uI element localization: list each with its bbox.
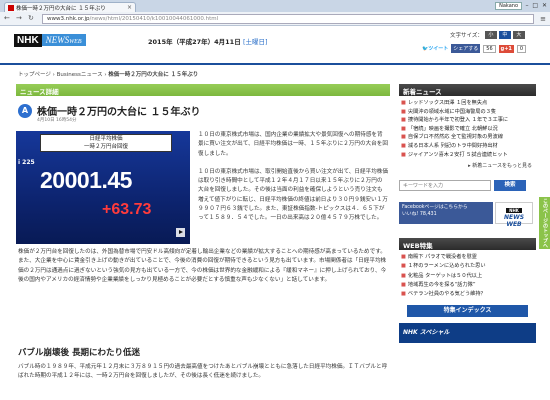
nhk-favicon-icon	[8, 5, 14, 11]
latest-news-item[interactable]: ■ 尖閣沖の領域水域に中国海警局の３隻	[401, 108, 534, 117]
menu-icon[interactable]: ≡	[540, 15, 546, 23]
article-main: ニュース詳細 A 株価一時２万円の大台に １５年ぶり 4月10日 16時54分 …	[16, 84, 390, 400]
latest-news-item[interactable]: ■ 「宿続」映画を撮影で確立 北朝鮮以況	[401, 125, 534, 134]
current-date: 2015年（平成27年）4月11日 [土曜日]	[148, 38, 268, 46]
bullet-icon: ■	[401, 108, 406, 115]
article-paragraph: バブル時の１９８９年、平成元年１２月末に３万８９１５円の過去最高値をつけたあとバ…	[18, 364, 388, 380]
play-icon[interactable]	[176, 228, 185, 237]
more-news-link[interactable]: ▸ 新着ニュースをもっと見る	[399, 159, 536, 172]
bullet-icon: ■	[401, 151, 406, 158]
promo-banners: Facebookページはこちらから いいね! 78,431 NHK NEWS W…	[399, 202, 536, 228]
bullet-icon: ■	[401, 125, 406, 132]
news-video-thumbnail[interactable]: 日経平均株価 一時２万円台回復 i 225 20001.45 +63.73	[16, 131, 190, 244]
bullet-icon: ■	[401, 291, 406, 298]
headline-row: A 株価一時２万円の大台に １５年ぶり 4月10日 16時54分	[16, 102, 390, 126]
article-headline: 株価一時２万円の大台に １５年ぶり	[37, 107, 201, 118]
url-path: /news/html/20150410/k10010044061000.html	[89, 16, 219, 22]
accessibility-icon[interactable]: A	[18, 104, 32, 118]
profile-button[interactable]: Nakano	[495, 2, 522, 10]
bullet-icon: ■	[401, 272, 406, 279]
article-body-middle: 株価が２万円台を回復したのは、外国為替市場で円安ドル高傾向が定着し輸出企業などの…	[18, 248, 388, 294]
latest-news-title: 新着ニュース	[399, 84, 536, 96]
font-medium-button[interactable]: 中	[498, 31, 511, 39]
header-divider	[0, 63, 550, 65]
web-feature-item[interactable]: ■ 地域再生の今を探る“話力隊”	[401, 281, 534, 290]
url-field[interactable]: www3.nhk.or.jp/news/html/20150410/k10010…	[42, 14, 534, 24]
page-top-button[interactable]: このページのトップへ	[539, 197, 550, 249]
browser-tab[interactable]: 株価一時２万円の大台に １５年ぶり ×	[4, 2, 136, 12]
share-buttons: 🐦ツイート シェアする 56 g+1 0	[422, 44, 527, 53]
bullet-icon: ■	[401, 282, 406, 289]
url-host: www3.nhk.or.jp	[47, 16, 90, 22]
bullet-icon: ■	[401, 134, 406, 141]
latest-news-item[interactable]: ■ レッドソックス田澤 １回を無失点	[401, 99, 534, 108]
web-feature-title: WEB特集	[399, 238, 536, 251]
latest-news-item[interactable]: ■ ジャイアンツ喜木２安打 ５試合連続ヒット	[401, 151, 534, 160]
article-paragraph: １０日の東京株式市場は、国内企業の業績拡大や景気回復への期待感を背景に買い注文が…	[198, 132, 388, 157]
google-plus-count: 0	[516, 44, 527, 53]
article-subheading: バブル崩壊後 長期にわたり低迷	[18, 348, 140, 358]
breadcrumb-separator: ›	[104, 72, 107, 78]
back-icon[interactable]: ←	[4, 14, 10, 22]
logo-nhk: NHK	[14, 33, 42, 47]
logo-news: NEWSWEB	[41, 34, 86, 46]
posted-time: 4月10日 16時54分	[37, 118, 77, 123]
browser-tab-bar: 株価一時２万円の大台に １５年ぶり × Nakano – □ ✕	[0, 0, 550, 12]
google-plus-button[interactable]: g+1	[498, 44, 514, 53]
latest-news-item[interactable]: ■ 捜待開始から半年で初登入 １年で３工事に	[401, 116, 534, 125]
font-small-button[interactable]: 小	[484, 31, 497, 39]
article-paragraph: 株価が２万円台を回復したのは、外国為替市場で円安ドル高傾向が定着し輸出企業などの…	[18, 249, 387, 283]
web-feature-list: ■ 南殿下 パラオで戦没者を慰霊 ■ １杯のラーメンに込められた思い ■ 化粧品 ター…	[399, 250, 536, 299]
bullet-icon: ■	[401, 100, 406, 106]
section-label: ニュース詳細	[16, 84, 390, 96]
sidebar: 新着ニュース ■ レッドソックス田澤 １回を無失点 ■ 尖閣沖の領域水域に中国海警局…	[399, 84, 536, 400]
latest-news-item[interactable]: ■ 減る日本人系 列記のトラ中間好持出材	[401, 142, 534, 151]
tweet-button[interactable]: 🐦ツイート	[422, 45, 448, 52]
breadcrumb-current: 株価一時２万円の大台に １５年ぶり	[108, 72, 199, 78]
index-change: +63.73	[102, 201, 152, 218]
search-button[interactable]: 検索	[494, 180, 526, 192]
breadcrumb-top-link[interactable]: トップページ	[18, 72, 51, 78]
close-tab-icon[interactable]: ×	[127, 4, 132, 11]
latest-news-item[interactable]: ■ 自保ブロ不然然応 全て監視対象の男波線	[401, 133, 534, 142]
bullet-icon: ■	[401, 254, 406, 261]
index-label: i 225	[18, 159, 35, 166]
font-size-label: 文字サイズ：	[450, 33, 483, 39]
nhk-news-web-logo[interactable]: NHK NEWSWEB	[14, 32, 86, 48]
forward-icon[interactable]: →	[16, 14, 22, 22]
bullet-icon: ■	[401, 263, 406, 270]
index-price: 20001.45	[40, 167, 132, 193]
web-feature-item[interactable]: ■ ベテラン社員のやる気どう維持？	[401, 290, 534, 299]
font-size-control: 文字サイズ： 小 中 大	[450, 31, 525, 39]
video-caption: 日経平均株価 一時２万円台回復	[40, 134, 172, 152]
facebook-page-banner[interactable]: Facebookページはこちらから いいね! 78,431	[399, 202, 493, 225]
reload-icon[interactable]: ↻	[28, 14, 34, 22]
web-feature-item[interactable]: ■ 南殿下 パラオで戦没者を慰霊	[401, 253, 534, 262]
share-count: 56	[483, 44, 496, 53]
breadcrumb-separator: ›	[52, 72, 55, 78]
search-input[interactable]	[399, 180, 491, 192]
bullet-icon: ■	[401, 117, 406, 124]
facebook-share-button[interactable]: シェアする	[451, 44, 481, 53]
breadcrumb: トップページ › Businessニュース › 株価一時２万円の大台に １５年ぶ…	[18, 70, 198, 78]
newsweb-banner[interactable]: NHK NEWS WEB	[495, 202, 533, 228]
search-box: 検索	[399, 180, 536, 192]
article-body-top: １０日の東京株式市場は、国内企業の業績拡大や景気回復への期待感を背景に買い注文が…	[198, 131, 388, 233]
article-paragraph: １０日の東京株式市場は、取引開始直後から買い注文が出て、日経平均株価は取り引き時…	[198, 168, 388, 222]
nhk-special-banner[interactable]: NHK スペシャル	[399, 322, 536, 343]
date-weekday: [土曜日]	[242, 38, 268, 46]
feature-index-button[interactable]: 特集インデックス	[407, 304, 528, 317]
bullet-icon: ■	[401, 142, 406, 149]
font-large-button[interactable]: 大	[512, 31, 525, 39]
site-header: NHK NEWSWEB 2015年（平成27年）4月11日 [土曜日] 文字サイ…	[0, 26, 550, 66]
web-feature-item[interactable]: ■ 化粧品 ターゲットは５０代以上	[401, 272, 534, 281]
breadcrumb-section-link[interactable]: Businessニュース	[57, 72, 103, 78]
address-bar-row: ← → ↻ www3.nhk.or.jp/news/html/20150410/…	[0, 12, 550, 26]
latest-news-list: ■ レッドソックス田澤 １回を無失点 ■ 尖閣沖の領域水域に中国海警局の３隻 ■ 捜待…	[399, 96, 536, 159]
window-controls[interactable]: – □ ✕	[525, 2, 548, 9]
web-feature-item[interactable]: ■ １杯のラーメンに込められた思い	[401, 262, 534, 271]
